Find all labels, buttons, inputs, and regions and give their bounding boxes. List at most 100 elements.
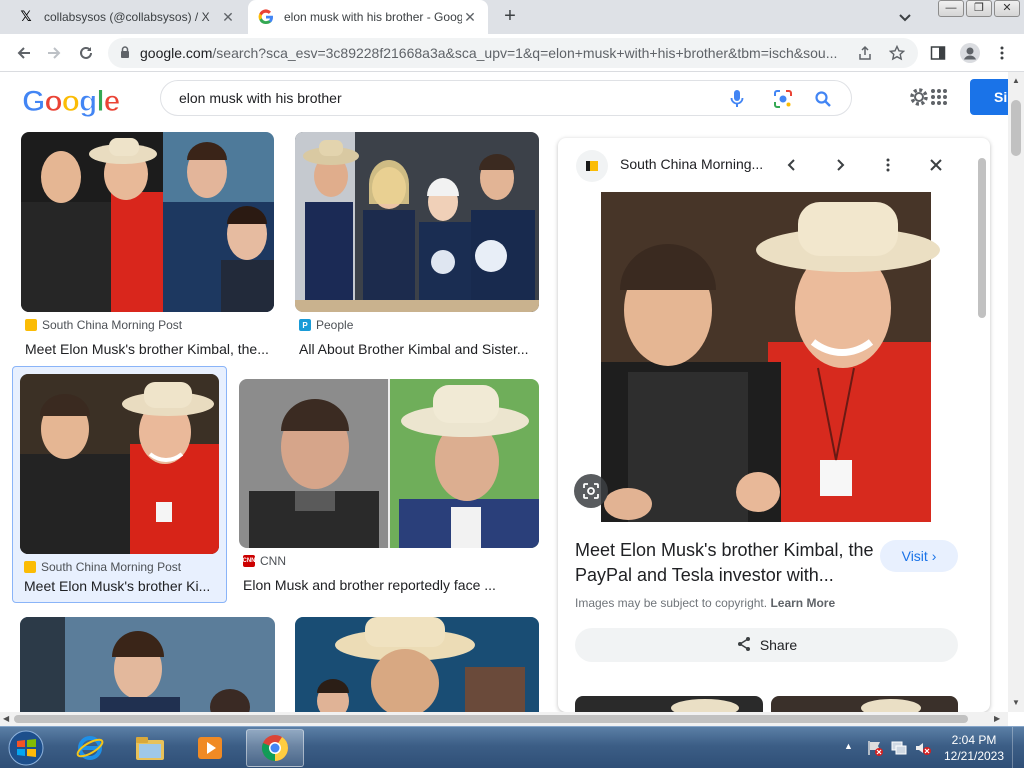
camera-lens-icon[interactable] [773, 89, 793, 109]
image-result[interactable] [295, 617, 539, 712]
preview-title[interactable]: Meet Elon Musk's brother Kimbal, the Pay… [575, 538, 875, 588]
restore-button[interactable]: ❐ [966, 0, 992, 17]
close-tab-icon[interactable]: ✕ [220, 9, 236, 26]
file-explorer-icon[interactable] [122, 729, 178, 767]
result-thumbnail[interactable] [21, 132, 274, 312]
scroll-left-arrow-icon[interactable]: ◀ [3, 714, 9, 723]
tab-google-images[interactable]: elon musk with his brother - Google ✕ [248, 0, 488, 34]
image-result[interactable] [20, 617, 275, 712]
result-thumbnail[interactable] [20, 617, 275, 712]
visit-button[interactable]: Visit › [880, 540, 958, 572]
learn-more-link[interactable]: Learn More [770, 596, 835, 610]
sign-in-button[interactable]: Si [970, 79, 1010, 115]
cnn-favicon-icon: CNN [243, 555, 256, 567]
result-thumbnail[interactable] [295, 132, 539, 312]
result-thumbnail[interactable] [20, 374, 219, 554]
address-bar[interactable]: google.com/search?sca_esv=3c89228f21668a… [108, 38, 918, 68]
page-horizontal-scrollbar[interactable]: ◀ ▶ [0, 712, 1008, 726]
result-source-name: South China Morning Post [41, 560, 182, 574]
google-g-icon [258, 9, 274, 25]
windows-start-button[interactable] [6, 729, 46, 767]
x-logo-icon: 𝕏 [20, 9, 32, 25]
share-page-icon[interactable] [856, 44, 874, 62]
result-thumbnail[interactable] [239, 379, 539, 548]
image-result[interactable]: South China Morning Post Meet Elon Musk'… [21, 132, 274, 358]
result-title[interactable]: All About Brother Kimbal and Sister... [299, 341, 537, 357]
horizontal-scrollbar-thumb[interactable] [14, 715, 968, 723]
next-result-button[interactable] [827, 152, 853, 178]
apps-grid-icon[interactable] [930, 88, 948, 106]
result-source[interactable]: South China Morning Post [25, 318, 182, 332]
volume-muted-icon[interactable] [914, 739, 932, 760]
result-source[interactable]: CNN CNN [243, 554, 287, 568]
logo-letter: g [78, 85, 97, 119]
url-text[interactable]: google.com/search?sca_esv=3c89228f21668a… [140, 45, 840, 61]
chevron-right-icon: › [931, 548, 937, 564]
panel-scrollbar[interactable] [976, 148, 986, 704]
tab-title: collabsysos (@collabsysos) / X [44, 10, 210, 24]
side-panel-icon[interactable] [926, 41, 950, 65]
forward-button[interactable] [42, 41, 66, 65]
related-image-thumbnail[interactable] [575, 696, 763, 712]
image-result[interactable]: CNN CNN Elon Musk and brother reportedly… [239, 379, 539, 599]
search-icon[interactable] [813, 89, 833, 109]
profile-avatar-icon[interactable] [958, 41, 982, 65]
tab-x[interactable]: 𝕏 collabsysos (@collabsysos) / X ✕ [8, 0, 246, 34]
preview-image[interactable] [558, 192, 974, 522]
microphone-icon[interactable] [727, 89, 747, 109]
image-result[interactable]: South China Morning Post Meet Elon Musk'… [12, 366, 227, 603]
kebab-menu-icon[interactable] [990, 41, 1014, 65]
scmp-favicon-icon [25, 319, 37, 331]
more-options-icon[interactable] [875, 152, 901, 178]
image-result[interactable]: P People All About Brother Kimbal and Si… [295, 132, 539, 358]
taskbar-clock[interactable]: 2:04 PM 12/21/2023 [940, 732, 1008, 764]
google-logo[interactable]: Google [21, 85, 121, 119]
scroll-right-arrow-icon[interactable]: ▶ [994, 714, 1000, 723]
search-box[interactable] [160, 80, 852, 116]
window-close-button[interactable]: ✕ [994, 0, 1020, 17]
gear-icon[interactable] [908, 86, 930, 108]
reload-button[interactable] [74, 41, 98, 65]
result-title[interactable]: Meet Elon Musk's brother Ki... [24, 578, 219, 594]
show-desktop-button[interactable] [1012, 727, 1024, 768]
share-button[interactable]: Share [575, 628, 958, 662]
page-vertical-scrollbar[interactable]: ▲ ▼ [1008, 72, 1024, 712]
clock-date: 12/21/2023 [943, 749, 1005, 763]
show-hidden-icons-icon[interactable]: ▲ [844, 741, 853, 751]
action-center-flag-icon[interactable] [866, 739, 884, 760]
media-player-icon[interactable] [182, 729, 238, 767]
scmp-favicon-icon[interactable] [576, 150, 608, 182]
result-thumbnail[interactable] [295, 617, 539, 712]
tab-strip: 𝕏 collabsysos (@collabsysos) / X ✕ elon … [0, 0, 1024, 34]
new-tab-button[interactable]: + [498, 5, 522, 29]
result-title[interactable]: Meet Elon Musk's brother Kimbal, the... [25, 341, 275, 357]
tab-title: elon musk with his brother - Google [284, 10, 462, 24]
internet-explorer-icon[interactable] [62, 729, 118, 767]
logo-letter: e [103, 85, 121, 119]
close-icon[interactable] [923, 152, 949, 178]
network-icon[interactable] [890, 739, 908, 760]
chrome-taskbar-icon[interactable] [246, 729, 304, 767]
preview-source-name[interactable]: South China Morning... [620, 156, 763, 172]
copyright-notice: Images may be subject to copyright. Lear… [575, 596, 835, 610]
clock-time: 2:04 PM [951, 733, 997, 747]
panel-scrollbar-thumb[interactable] [978, 158, 986, 318]
back-button[interactable] [12, 41, 36, 65]
result-title[interactable]: Elon Musk and brother reportedly face ..… [243, 577, 539, 593]
lock-icon[interactable] [118, 45, 132, 62]
related-image-thumbnail[interactable] [771, 696, 958, 712]
bookmark-star-icon[interactable] [888, 44, 906, 62]
scroll-up-arrow-icon[interactable]: ▲ [1012, 76, 1020, 85]
result-source[interactable]: South China Morning Post [24, 560, 181, 574]
close-tab-icon[interactable]: ✕ [462, 9, 478, 26]
search-input[interactable] [179, 88, 699, 108]
vertical-scrollbar-thumb[interactable] [1011, 100, 1021, 156]
scroll-down-arrow-icon[interactable]: ▼ [1012, 698, 1020, 707]
preview-header: South China Morning... [558, 138, 990, 192]
minimize-button[interactable]: — [938, 0, 964, 17]
share-icon [736, 636, 752, 655]
chevron-down-icon[interactable] [896, 8, 914, 26]
result-source[interactable]: P People [299, 318, 353, 332]
lens-search-icon[interactable] [574, 474, 608, 508]
previous-result-button[interactable] [779, 152, 805, 178]
